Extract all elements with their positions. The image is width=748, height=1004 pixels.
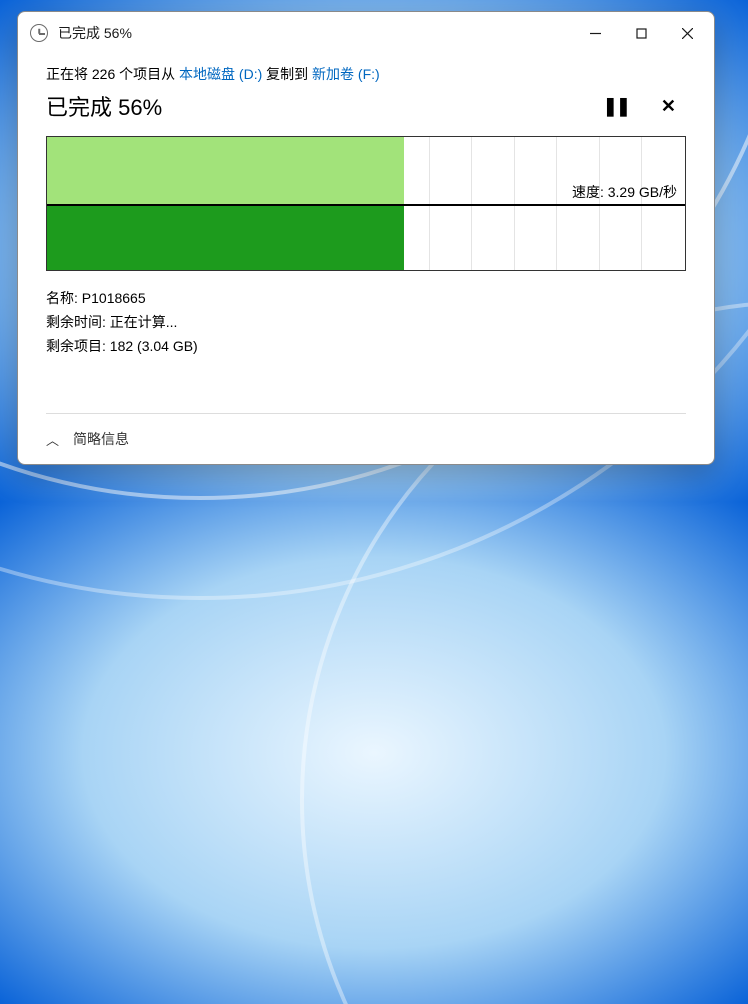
copy-prefix: 正在将 226 个项目从 — [46, 66, 179, 82]
chart-fill-lower — [47, 204, 404, 271]
close-button[interactable] — [664, 17, 710, 49]
detail-name: 名称: P1018665 — [46, 287, 686, 311]
progress-row: 已完成 56% ❚❚ ✕ — [46, 90, 686, 122]
copy-middle: 复制到 — [262, 66, 312, 82]
window-title: 已完成 56% — [58, 23, 132, 43]
destination-link[interactable]: 新加卷 (F:) — [312, 66, 380, 82]
titlebar: 已完成 56% — [18, 12, 714, 54]
details-section: 名称: P1018665 剩余时间: 正在计算... 剩余项目: 182 (3.… — [46, 287, 686, 358]
toggle-label: 简略信息 — [73, 429, 129, 449]
chart-midline — [47, 204, 685, 206]
time-value: 正在计算... — [110, 314, 178, 330]
maximize-button[interactable] — [618, 17, 664, 49]
name-value: P1018665 — [82, 290, 146, 306]
cancel-button[interactable]: ✕ — [657, 92, 680, 121]
chevron-up-icon: ︿ — [46, 430, 59, 449]
dialog-footer: ︿ 简略信息 — [18, 414, 714, 464]
copy-description: 正在将 226 个项目从 本地磁盘 (D:) 复制到 新加卷 (F:) — [46, 64, 686, 84]
clock-icon — [30, 24, 48, 42]
items-label: 剩余项目: — [46, 338, 110, 354]
speed-chart: 速度: 3.29 GB/秒 — [46, 136, 686, 271]
minimize-button[interactable] — [572, 17, 618, 49]
progress-text: 已完成 56% — [46, 90, 162, 122]
window-controls — [572, 17, 710, 49]
name-label: 名称: — [46, 290, 82, 306]
chart-fill-upper — [47, 137, 404, 204]
detail-time: 剩余时间: 正在计算... — [46, 311, 686, 335]
speed-label: 速度: 3.29 GB/秒 — [572, 182, 677, 202]
dialog-body: 正在将 226 个项目从 本地磁盘 (D:) 复制到 新加卷 (F:) 已完成 … — [18, 54, 714, 414]
action-buttons: ❚❚ ✕ — [599, 92, 680, 121]
detail-items: 剩余项目: 182 (3.04 GB) — [46, 335, 686, 359]
time-label: 剩余时间: — [46, 314, 110, 330]
source-link[interactable]: 本地磁盘 (D:) — [179, 66, 262, 82]
details-toggle[interactable]: ︿ 简略信息 — [46, 429, 129, 449]
pause-button[interactable]: ❚❚ — [599, 92, 633, 121]
file-copy-dialog: 已完成 56% 正在将 226 个项目从 本地磁盘 (D:) 复制到 新加卷 (… — [17, 11, 715, 465]
speed-label-prefix: 速度: — [572, 184, 608, 200]
items-value: 182 (3.04 GB) — [110, 338, 198, 354]
speed-value: 3.29 GB/秒 — [608, 184, 677, 200]
